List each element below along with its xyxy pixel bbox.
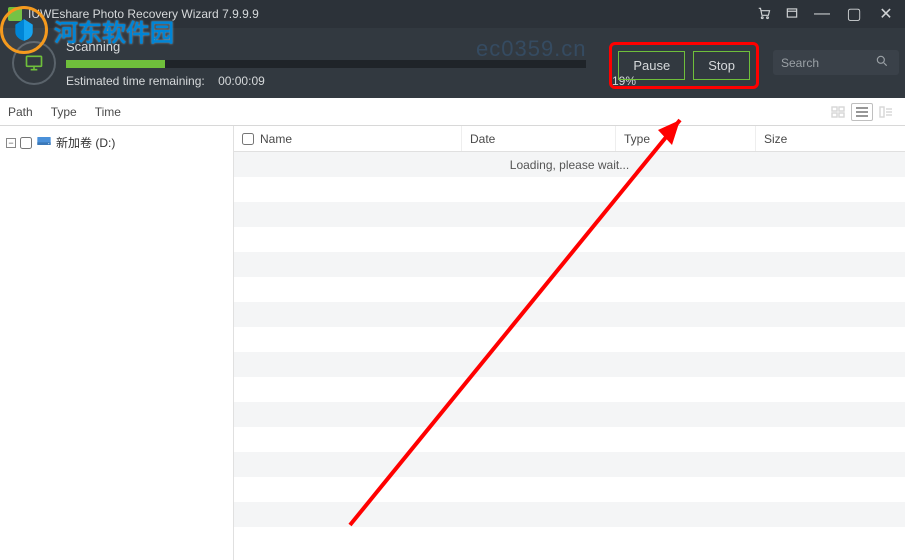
- scan-bar: Scanning Estimated time remaining: 00:00…: [0, 28, 905, 98]
- title-bar: IUWEshare Photo Recovery Wizard 7.9.9.9 …: [0, 0, 905, 28]
- column-size[interactable]: Size: [756, 126, 905, 151]
- drive-icon: [36, 134, 52, 151]
- column-type-label: Type: [624, 132, 650, 146]
- list-body: Loading, please wait...: [234, 152, 905, 560]
- list-view-icon[interactable]: [851, 103, 873, 121]
- scan-status-label: Scanning: [66, 39, 586, 54]
- filter-path[interactable]: Path: [8, 105, 33, 119]
- maximize-button[interactable]: ▢: [845, 4, 863, 24]
- progress-bar: [66, 60, 586, 68]
- minimize-button[interactable]: —: [813, 5, 831, 23]
- scan-info: Scanning Estimated time remaining: 00:00…: [66, 39, 586, 88]
- window-icon[interactable]: [785, 6, 799, 23]
- cart-icon[interactable]: [757, 6, 771, 23]
- search-box[interactable]: [773, 50, 899, 75]
- monitor-icon: [12, 41, 56, 85]
- column-type[interactable]: Type: [616, 126, 756, 151]
- filter-bar: Path Type Time: [0, 98, 905, 126]
- column-date[interactable]: Date: [462, 126, 616, 151]
- column-name[interactable]: Name: [234, 126, 462, 151]
- scan-button-group: Pause Stop: [609, 42, 759, 89]
- tree-root-row[interactable]: − 新加卷 (D:): [4, 132, 229, 153]
- title-actions: — ▢ ✕: [757, 4, 905, 24]
- close-button[interactable]: ✕: [877, 4, 895, 24]
- loading-text: Loading, please wait...: [234, 158, 905, 172]
- file-list: Name Date Type Size Loading, please wait…: [234, 126, 905, 560]
- filter-type[interactable]: Type: [51, 105, 77, 119]
- window-title: IUWEshare Photo Recovery Wizard 7.9.9.9: [28, 7, 757, 21]
- folder-tree: − 新加卷 (D:): [0, 126, 234, 560]
- tree-root-checkbox[interactable]: [20, 137, 32, 149]
- estimated-time-value: 00:00:09: [218, 74, 265, 88]
- estimated-time-row: Estimated time remaining: 00:00:09: [66, 74, 586, 88]
- estimated-time-label: Estimated time remaining:: [66, 74, 205, 88]
- view-switcher: [827, 103, 897, 121]
- tree-root-label: 新加卷 (D:): [56, 134, 115, 151]
- filter-time[interactable]: Time: [95, 105, 121, 119]
- stop-button[interactable]: Stop: [693, 51, 750, 80]
- search-input[interactable]: [781, 56, 875, 70]
- pause-button[interactable]: Pause: [618, 51, 685, 80]
- app-icon: [8, 7, 22, 21]
- detail-view-icon[interactable]: [875, 103, 897, 121]
- list-header: Name Date Type Size: [234, 126, 905, 152]
- column-size-label: Size: [764, 132, 787, 146]
- search-icon: [875, 54, 889, 71]
- tree-collapse-icon[interactable]: −: [6, 138, 16, 148]
- column-date-label: Date: [470, 132, 495, 146]
- main-pane: − 新加卷 (D:) Name Date Type Size Loa: [0, 126, 905, 560]
- column-name-label: Name: [260, 132, 292, 146]
- grid-view-icon[interactable]: [827, 103, 849, 121]
- select-all-checkbox[interactable]: [242, 133, 254, 145]
- progress-fill: [66, 60, 165, 68]
